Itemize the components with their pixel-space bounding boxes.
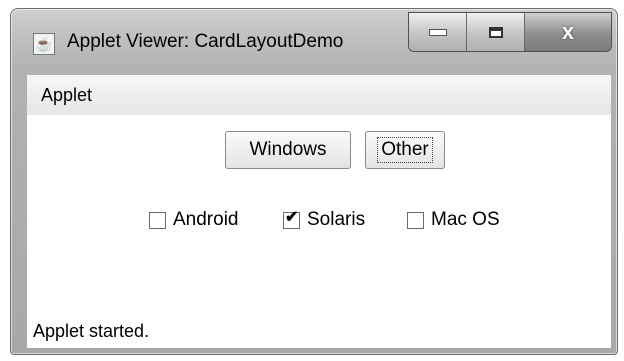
title-bar[interactable]: ☕ Applet Viewer: CardLayoutDemo x	[11, 9, 617, 69]
solaris-checkbox[interactable]: ✔ Solaris	[283, 209, 365, 231]
windows-button[interactable]: Windows	[225, 131, 351, 169]
close-icon: x	[561, 19, 575, 44]
checkmark-icon: ✔	[285, 208, 299, 226]
minimize-button[interactable]	[409, 13, 467, 51]
android-checkbox[interactable]: Android	[149, 209, 239, 231]
macos-checkbox-label: Mac OS	[431, 209, 500, 230]
applet-viewer-window: ☕ Applet Viewer: CardLayoutDemo x Applet…	[10, 8, 618, 355]
android-checkbox-box[interactable]	[149, 211, 166, 229]
close-button[interactable]: x	[525, 13, 611, 51]
other-button-label: Other	[377, 137, 433, 163]
window-title: Applet Viewer: CardLayoutDemo	[67, 31, 344, 52]
solaris-checkbox-label: Solaris	[307, 209, 366, 230]
caption-buttons: x	[408, 12, 612, 52]
windows-button-label: Windows	[249, 139, 327, 160]
macos-checkbox-box[interactable]	[407, 211, 424, 229]
maximize-button[interactable]	[467, 13, 525, 51]
macos-checkbox[interactable]: Mac OS	[407, 209, 500, 231]
status-text: Applet started.	[33, 321, 150, 341]
minimize-icon	[428, 28, 447, 36]
other-button[interactable]: Other	[365, 131, 445, 169]
java-icon[interactable]: ☕	[33, 33, 55, 55]
menu-item-applet[interactable]: Applet	[41, 85, 92, 106]
solaris-checkbox-box[interactable]: ✔	[283, 208, 300, 229]
menu-bar: Applet	[27, 75, 611, 116]
applet-panel: Windows Other Android ✔ Solaris Mac OS A…	[27, 115, 611, 348]
maximize-icon	[488, 26, 503, 38]
android-checkbox-label: Android	[173, 209, 239, 230]
